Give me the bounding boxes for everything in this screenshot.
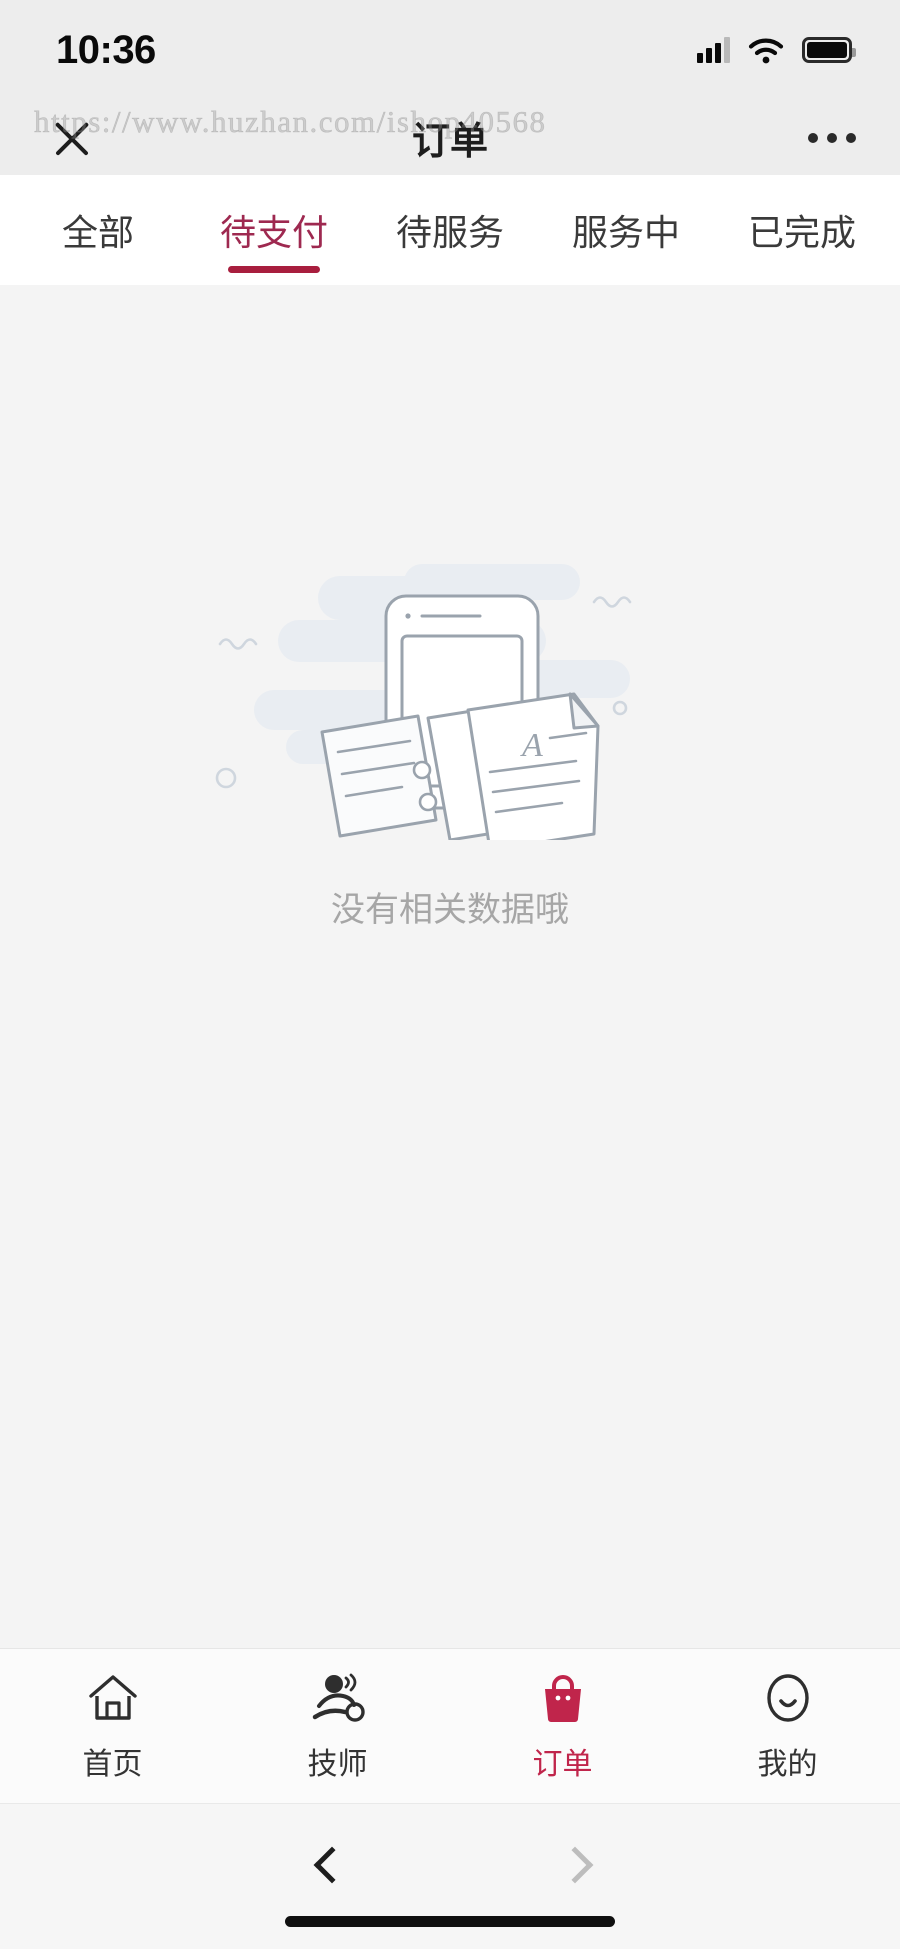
profile-smiley-icon	[758, 1669, 818, 1727]
nav-label: 技师	[307, 1748, 368, 1781]
mobile-screen: 10:36 订单 https://www.huzhan.com/ishop405…	[0, 0, 900, 1949]
bottom-navigation: 首页 技师 订单 我的	[0, 1648, 900, 1803]
tab-completed[interactable]: 已完成	[714, 175, 890, 285]
order-status-tabs: 全部 待支付 待服务 服务中 已完成	[0, 175, 900, 285]
tab-label: 服务中	[571, 212, 680, 253]
page-title: 订单	[411, 121, 488, 163]
tab-label: 已完成	[747, 212, 856, 253]
status-indicators	[697, 37, 856, 64]
chevron-right-icon[interactable]	[548, 1846, 594, 1894]
nav-item-technician[interactable]: 技师	[225, 1669, 450, 1783]
browser-toolbar	[0, 1803, 900, 1949]
empty-documents-phone-illustration: A	[190, 540, 710, 852]
tab-all[interactable]: 全部	[10, 175, 186, 285]
nav-label: 订单	[532, 1748, 593, 1781]
nav-label: 我的	[757, 1748, 818, 1781]
status-bar: 10:36	[0, 0, 900, 100]
masseur-icon	[308, 1669, 368, 1727]
wifi-icon	[748, 38, 784, 63]
home-indicator	[285, 1916, 615, 1927]
tab-in-service[interactable]: 服务中	[538, 175, 714, 285]
tab-pending-service[interactable]: 待服务	[362, 175, 538, 285]
battery-icon	[802, 37, 856, 63]
tab-label: 待支付	[219, 212, 328, 253]
empty-state-message: 没有相关数据哦	[331, 891, 569, 929]
home-icon	[83, 1669, 143, 1727]
tab-label: 全部	[61, 212, 134, 253]
tab-label: 待服务	[395, 212, 504, 253]
close-icon[interactable]	[44, 110, 100, 166]
order-list-area: A 没有相关数据哦	[0, 285, 900, 1485]
nav-item-profile[interactable]: 我的	[675, 1669, 900, 1783]
tab-pending-payment[interactable]: 待支付	[186, 175, 362, 285]
chevron-left-icon[interactable]	[305, 1846, 351, 1894]
page-header: 订单	[0, 100, 900, 175]
more-options-icon[interactable]	[808, 132, 856, 143]
tab-active-indicator	[228, 266, 320, 273]
nav-label: 首页	[82, 1748, 143, 1781]
nav-item-home[interactable]: 首页	[0, 1669, 225, 1783]
signal-bars-icon	[697, 37, 730, 63]
nav-item-orders[interactable]: 订单	[450, 1669, 675, 1783]
status-clock: 10:36	[56, 27, 156, 72]
svg-text:A: A	[520, 727, 543, 764]
shopping-bag-icon	[533, 1669, 593, 1727]
